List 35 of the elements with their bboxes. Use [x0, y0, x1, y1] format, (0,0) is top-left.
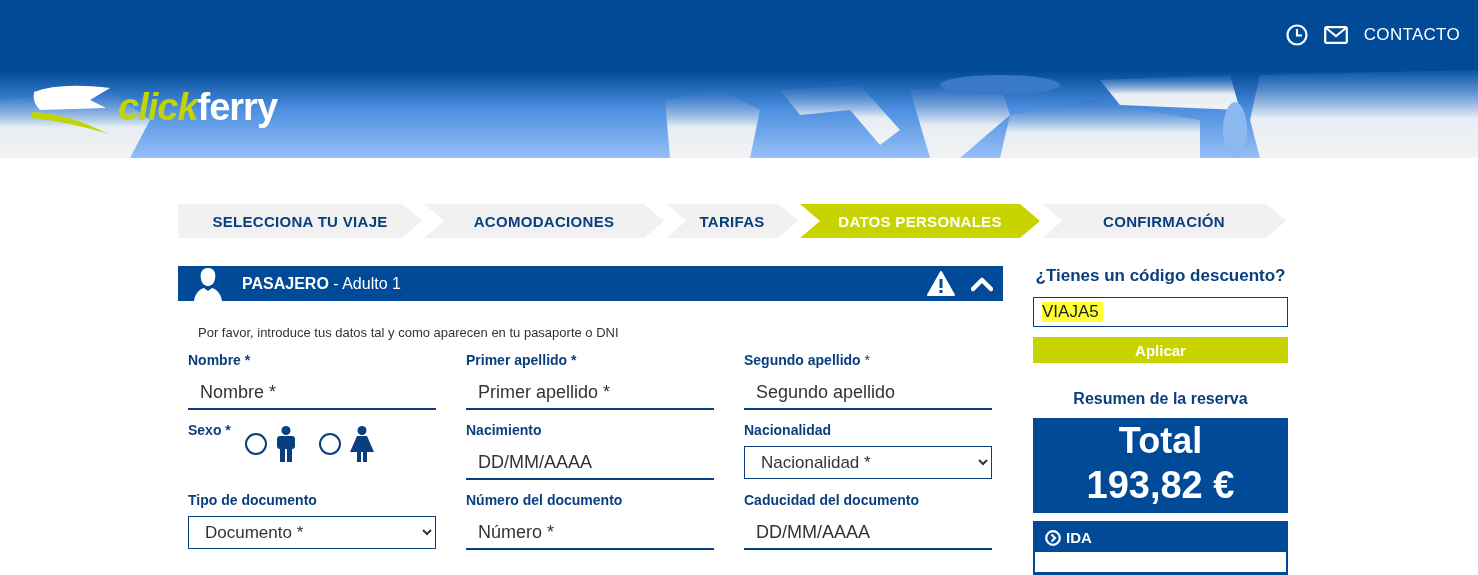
step-tab[interactable]: TARIFAS: [666, 204, 798, 238]
logo-text: ferry: [197, 88, 278, 126]
radio-button[interactable]: [244, 433, 267, 455]
field-label: Primer apellido *: [466, 352, 578, 368]
field-label: Segundo apellido*: [744, 352, 871, 368]
summary-title: Resumen de la reserva: [1072, 390, 1249, 408]
dropdown[interactable]: Nacionalidad *: [744, 446, 992, 479]
field-label: Sexo *: [188, 422, 231, 438]
step-tab[interactable]: ACOMODACIONES: [424, 204, 664, 238]
mail-icon[interactable]: [1323, 26, 1348, 44]
field-label: Número del documento: [466, 492, 624, 508]
passenger-title: PASAJERO - Adulto 1: [242, 274, 402, 293]
field-label: Nombre *: [188, 352, 252, 368]
chevron-circle-icon: [1045, 529, 1061, 546]
passenger-header[interactable]: PASAJERO - Adulto 1: [178, 266, 1003, 301]
man-icon: [274, 426, 297, 462]
dropdown[interactable]: Documento *: [188, 516, 436, 549]
instructions-text: Por favor, introduce tus datos tal y como aparecen en tu pasaporte o DNI: [198, 325, 620, 340]
field-label: Caducidad del documento: [744, 492, 920, 508]
leg-title: IDA: [1066, 529, 1092, 546]
logo-text: click: [118, 88, 198, 126]
total-amount: 193,82 €: [1086, 464, 1235, 507]
woman-icon: [348, 426, 375, 462]
total-label: Total: [1118, 420, 1203, 462]
field-label: Nacimiento: [466, 422, 543, 438]
discount-title: ¿Tienes un código descuento?: [1034, 266, 1287, 286]
contact-link[interactable]: CONTACTO: [1363, 25, 1460, 45]
radio-button[interactable]: [318, 433, 341, 455]
caret-up-icon[interactable]: [971, 275, 993, 292]
discount-code-field[interactable]: VIAJA5: [1033, 297, 1288, 327]
clock-icon[interactable]: [1285, 24, 1308, 46]
step-tab[interactable]: SELECCIONA TU VIAJE: [178, 204, 422, 238]
step-tab[interactable]: CONFIRMACIÓN: [1042, 204, 1286, 238]
field-label: Tipo de documento: [188, 492, 318, 508]
field-label: Nacionalidad: [744, 422, 833, 438]
